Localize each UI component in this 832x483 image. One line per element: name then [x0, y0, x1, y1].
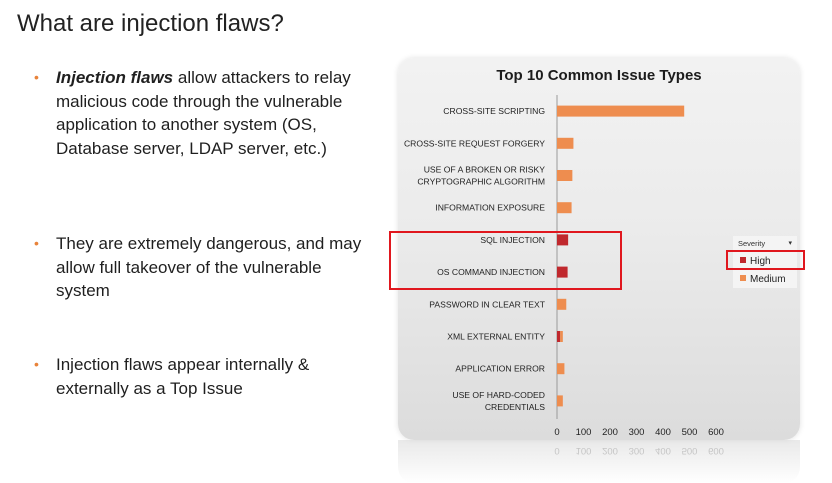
- bar-medium: [560, 331, 563, 342]
- bullet-text: They are extremely dangerous, and may al…: [56, 234, 362, 300]
- bar-medium: [557, 105, 685, 117]
- bullet-item: • Injection flaws allow attackers to rel…: [34, 66, 379, 160]
- category-label: PASSWORD IN CLEAR TEXT: [429, 299, 545, 309]
- legend-swatch-medium: [740, 275, 746, 282]
- category-label: APPLICATION ERROR: [455, 364, 545, 374]
- category-label: CROSS-SITE SCRIPTING: [443, 106, 545, 116]
- bullet-marker: •: [34, 235, 39, 251]
- x-tick-label: 200: [602, 427, 618, 438]
- bar-medium: [557, 137, 574, 149]
- x-tick-label: 0: [554, 427, 559, 438]
- slide-title: What are injection flaws?: [17, 10, 284, 37]
- reflection-tick: 0: [554, 445, 560, 456]
- legend-label-medium: Medium: [750, 274, 786, 285]
- category-label: USE OF HARD-CODED CREDENTIALS: [452, 390, 545, 412]
- reflection-tick: 500: [681, 445, 698, 456]
- reflection-ticks: 0 100 200 300 400 500 600: [398, 442, 800, 456]
- bullet-item: • Injection flaws appear internally & ex…: [34, 353, 379, 400]
- category-label: XML EXTERNAL ENTITY: [447, 332, 545, 342]
- x-tick-label: 400: [655, 427, 671, 438]
- injection-highlight-box: [389, 231, 622, 290]
- reflection-tick: 100: [575, 445, 592, 456]
- reflection-tick: 600: [708, 445, 724, 456]
- category-label: CROSS-SITE REQUEST FORGERY: [404, 138, 545, 148]
- category-label: INFORMATION EXPOSURE: [435, 203, 545, 213]
- bar-high: [557, 331, 561, 342]
- x-tick-label: 600: [708, 427, 724, 438]
- high-legend-highlight-box: [726, 250, 805, 270]
- category-label: USE OF A BROKEN OR RISKY CRYPTOGRAPHIC AL…: [417, 165, 545, 187]
- bullet-emphasis: Injection flaws: [56, 68, 174, 87]
- bar-medium: [557, 298, 567, 310]
- bar-medium: [557, 170, 573, 181]
- chevron-down-icon[interactable]: ▾: [788, 239, 792, 247]
- reflection-tick: 200: [602, 445, 618, 456]
- x-tick-label: 100: [576, 427, 592, 438]
- x-tick-label: 500: [682, 427, 698, 438]
- bar-medium: [557, 363, 565, 375]
- bar-medium: [557, 202, 572, 214]
- legend-title: Severity: [738, 239, 766, 248]
- legend-header[interactable]: Severity ▾: [738, 239, 794, 248]
- legend-item-medium[interactable]: Medium: [740, 274, 786, 285]
- reflection-tick: 300: [628, 445, 645, 456]
- bullet-item: • They are extremely dangerous, and may …: [34, 232, 379, 303]
- bar-medium: [557, 395, 563, 407]
- bullet-text: Injection flaws appear internally & exte…: [56, 355, 310, 398]
- chart-reflection: 0 100 200 300 400 500 600: [398, 440, 800, 483]
- reflection-tick: 400: [655, 445, 671, 456]
- bullet-marker: •: [34, 69, 39, 85]
- bullet-marker: •: [34, 356, 39, 372]
- x-tick-label: 300: [629, 427, 645, 438]
